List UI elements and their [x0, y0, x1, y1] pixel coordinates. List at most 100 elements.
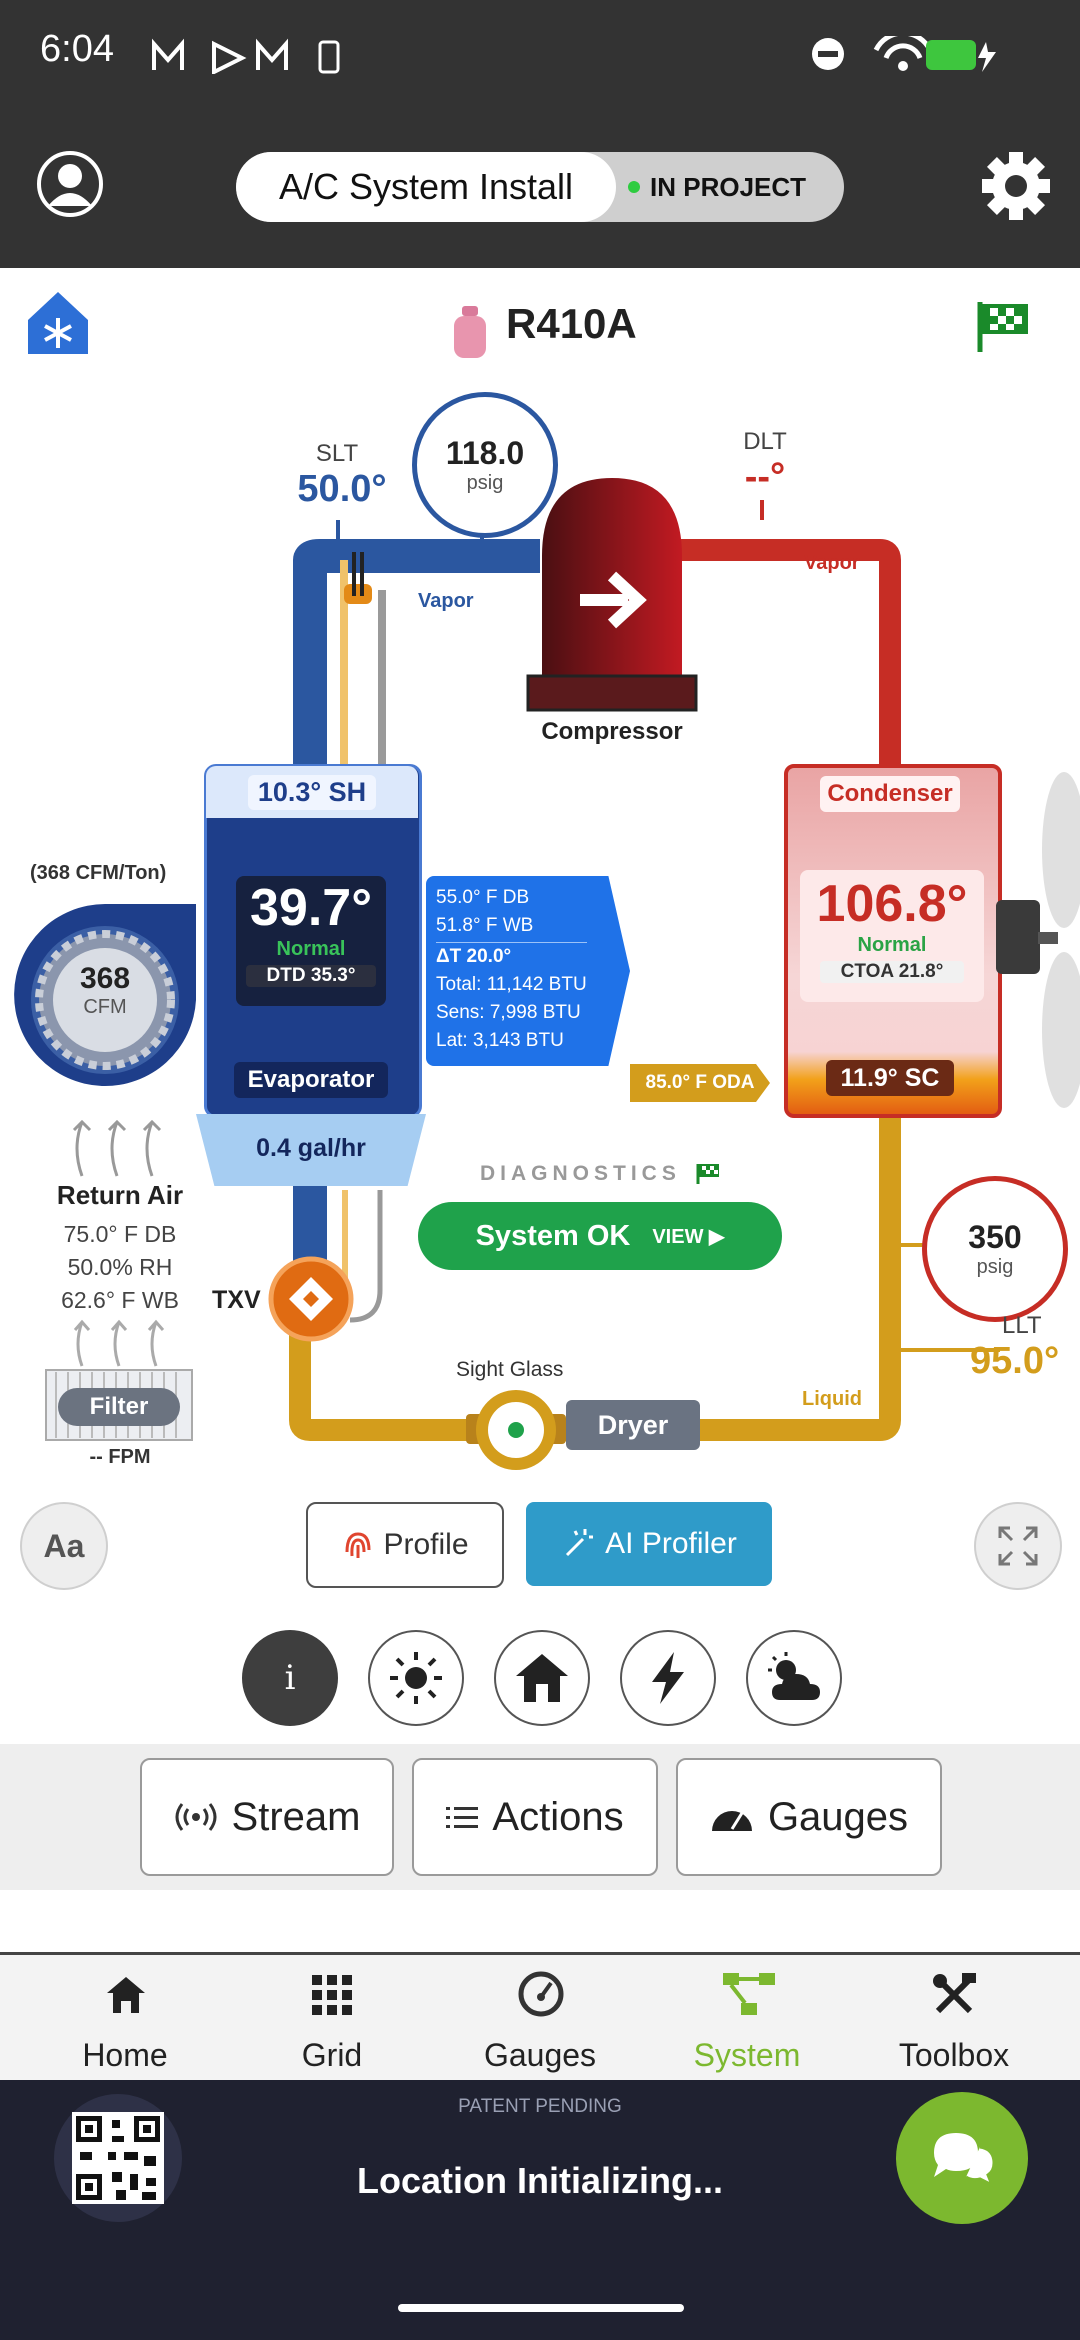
- delta-t: ΔT 20.0°: [436, 942, 587, 971]
- chat-button[interactable]: [896, 2092, 1028, 2224]
- compressor-label: Compressor: [541, 718, 683, 745]
- return-air-readings[interactable]: 75.0° F DB 50.0% RH 62.6° F WB: [20, 1218, 220, 1317]
- lightning-bolt-icon: [652, 1652, 684, 1704]
- supply-db: 55.0° F DB: [436, 887, 530, 908]
- status-time: 6:04: [40, 28, 114, 70]
- evaporator-temp: 39.7°: [249, 879, 372, 937]
- expand-button[interactable]: [974, 1502, 1062, 1590]
- ai-profiler-button[interactable]: AI Profiler: [526, 1502, 772, 1586]
- project-title-pill[interactable]: A/C System Install IN PROJECT: [236, 152, 844, 222]
- cfm-per-ton: (368 CFM/Ton): [30, 862, 167, 884]
- evaporator-dtd: DTD 35.3°: [246, 965, 376, 987]
- gauge-icon: [518, 1971, 564, 2017]
- evaporator-label: Evaporator: [234, 1062, 388, 1098]
- liquid-pressure-unit: psig: [976, 1256, 1014, 1278]
- condenser-status: Normal: [857, 934, 927, 956]
- condenser-fan-icon: [996, 772, 1080, 1108]
- slt-label: SLT: [315, 440, 359, 467]
- llt-value[interactable]: 95.0°: [970, 1340, 1059, 1383]
- txv-valve-icon[interactable]: [268, 1256, 354, 1342]
- suction-vapor-label: Vapor: [418, 590, 474, 612]
- sight-glass-icon[interactable]: [466, 1386, 566, 1476]
- toolbox-icon: [933, 1973, 976, 2014]
- tab-toolbox-label: Toolbox: [898, 2037, 1010, 2073]
- weather-cloud-button[interactable]: [746, 1630, 842, 1726]
- system-ok-button[interactable]: System OK VIEW ▶: [418, 1202, 782, 1270]
- tab-grid-label: Grid: [301, 2037, 363, 2073]
- profile-avatar-icon[interactable]: [36, 150, 104, 218]
- tab-system-label: System: [693, 2037, 801, 2073]
- home-icon: [107, 1977, 145, 2013]
- return-db: 75.0° F DB: [63, 1221, 177, 1247]
- txv-label: TXV: [212, 1286, 261, 1314]
- list-icon: [446, 1807, 479, 1828]
- magic-wand-icon: [566, 1529, 594, 1557]
- profile-button[interactable]: Profile: [306, 1502, 504, 1588]
- suction-pressure-unit: psig: [466, 472, 504, 494]
- filter-dryer[interactable]: Dryer: [566, 1400, 700, 1450]
- home-snowflake-icon[interactable]: [26, 290, 90, 356]
- slt-value[interactable]: 50.0°: [282, 468, 402, 511]
- qr-code-button[interactable]: [54, 2094, 182, 2222]
- compressor-icon[interactable]: [526, 476, 698, 712]
- actions-label: Actions: [492, 1794, 624, 1839]
- stream-label: Stream: [231, 1794, 361, 1839]
- refrigerant-type[interactable]: R410A: [506, 300, 637, 348]
- notification-icons: [152, 38, 340, 74]
- stream-button[interactable]: Stream: [140, 1758, 394, 1876]
- subcooling: 11.9° SC: [826, 1060, 954, 1096]
- status-dot: [628, 181, 640, 193]
- airflow-cfm-unit: CFM: [83, 996, 127, 1018]
- status-bar: 6:04: [0, 0, 1080, 110]
- airflow-cfm: 368: [79, 962, 131, 995]
- evaporator-superheat-band: 10.3° SH: [206, 766, 418, 818]
- capacity-latent: Lat: 3,143 BTU: [436, 1030, 564, 1051]
- suction-pressure-value: 118.0: [445, 435, 525, 471]
- refrigerant-tank-icon: [454, 306, 486, 358]
- gauges-button[interactable]: Gauges: [676, 1758, 942, 1876]
- tab-home[interactable]: Home: [35, 1955, 215, 2080]
- info-button[interactable]: i: [242, 1630, 338, 1726]
- building-button[interactable]: [494, 1630, 590, 1726]
- return-rh: 50.0% RH: [67, 1254, 173, 1280]
- condensate-rate[interactable]: 0.4 gal/hr: [196, 1134, 426, 1163]
- tab-system[interactable]: System: [657, 1955, 837, 2080]
- actions-button[interactable]: Actions: [412, 1758, 658, 1876]
- dlt-value[interactable]: --°: [720, 456, 810, 499]
- return-air-label: Return Air: [56, 1180, 184, 1210]
- tab-gauges-label: Gauges: [483, 2037, 597, 2073]
- patent-pending: PATENT PENDING: [458, 2096, 622, 2117]
- supply-wb: 51.8° F WB: [436, 915, 534, 936]
- system-ok-view: VIEW ▶: [652, 1225, 725, 1248]
- outdoor-ambient[interactable]: 85.0° F ODA: [630, 1064, 770, 1102]
- liquid-pressure-gauge[interactable]: 350 psig: [922, 1176, 1068, 1322]
- gauges-label: Gauges: [767, 1794, 909, 1839]
- grid-icon: [312, 1975, 352, 2015]
- condenser-readout: 106.8° Normal CTOA 21.8°: [800, 870, 984, 1002]
- electrical-button[interactable]: [620, 1630, 716, 1726]
- diagnostics-label: DIAGNOSTICS: [480, 1162, 681, 1185]
- llt-label: LLT: [1002, 1312, 1042, 1339]
- weather-sun-button[interactable]: [368, 1630, 464, 1726]
- partly-cloudy-icon: [768, 1652, 820, 1700]
- tab-grid[interactable]: Grid: [242, 1955, 422, 2080]
- sun-icon: [390, 1652, 442, 1704]
- font-size-button[interactable]: Aa: [20, 1502, 108, 1590]
- evaporator-readout: 39.7° Normal DTD 35.3°: [236, 876, 386, 1006]
- fingerprint-icon: [345, 1532, 371, 1558]
- settings-gear-icon[interactable]: [980, 150, 1052, 222]
- evaporator-superheat: 10.3° SH: [247, 774, 377, 810]
- project-title: A/C System Install: [236, 152, 616, 222]
- tab-home-label: Home: [82, 2037, 168, 2073]
- home-indicator: [398, 2304, 684, 2312]
- filter-button[interactable]: Filter: [58, 1388, 180, 1426]
- project-status: IN PROJECT: [628, 152, 806, 222]
- liquid-label: Liquid: [802, 1388, 862, 1410]
- expand-icon: [998, 1526, 1038, 1566]
- tab-gauges[interactable]: Gauges: [450, 1955, 630, 2080]
- tab-toolbox[interactable]: Toolbox: [864, 1955, 1044, 2080]
- profile-label: Profile: [383, 1528, 469, 1561]
- capacity-total: Total: 11,142 BTU: [436, 974, 587, 995]
- checkered-flag-icon[interactable]: [976, 298, 1032, 354]
- dlt-label: DLT: [743, 428, 787, 455]
